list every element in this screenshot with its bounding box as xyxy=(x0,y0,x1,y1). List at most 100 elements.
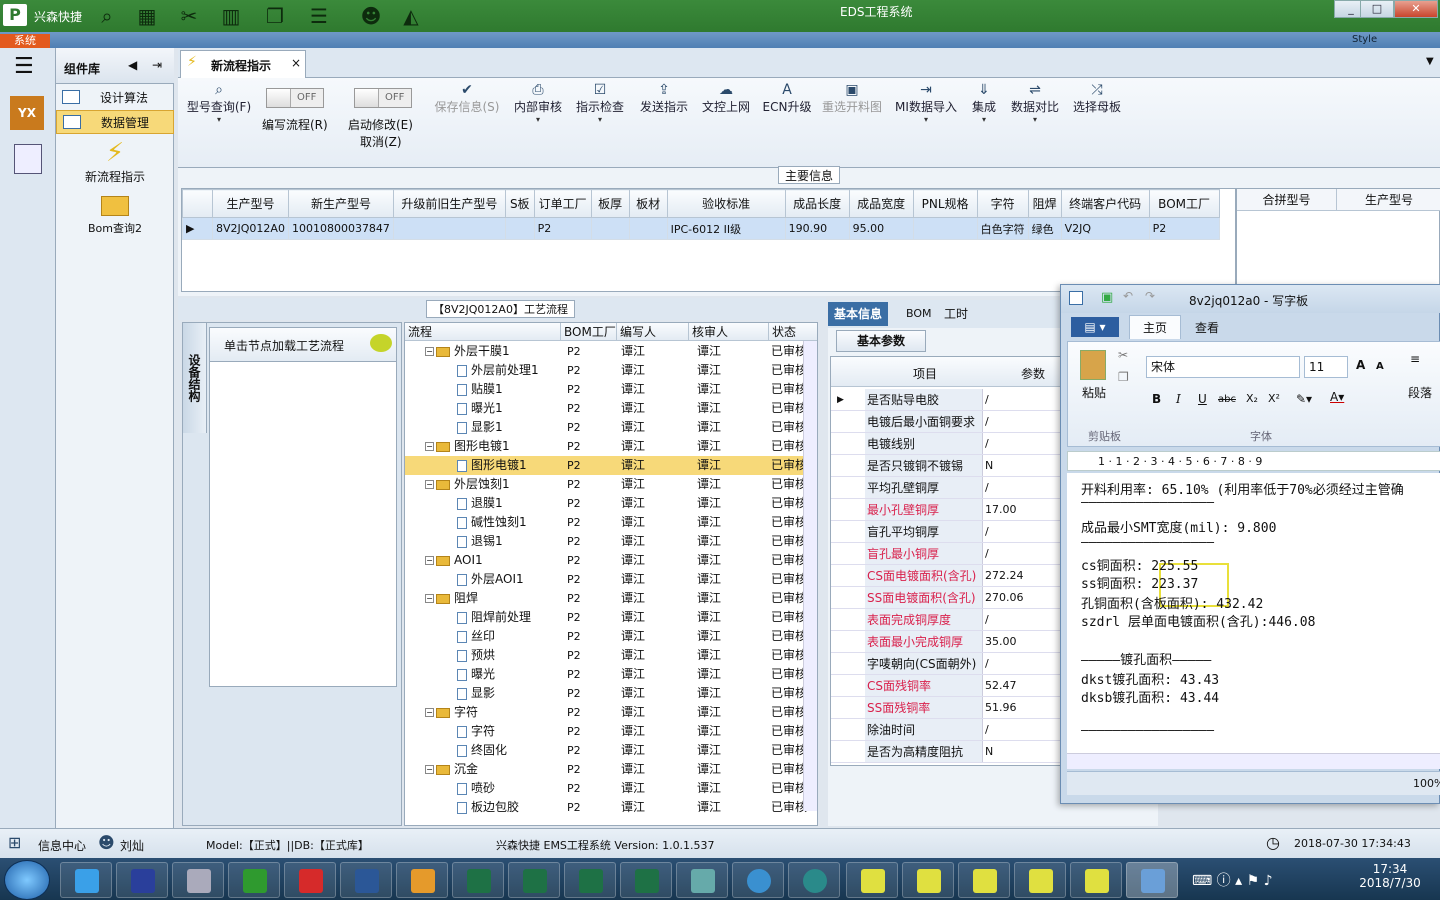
param-value[interactable]: / xyxy=(985,719,989,741)
style-menu[interactable]: Style xyxy=(1352,34,1377,45)
check-instruction-button[interactable]: ☑ 指示检查 ▾ xyxy=(574,82,626,124)
ecn-upgrade-button[interactable]: A ECN升级 xyxy=(762,82,812,115)
scissors-icon[interactable]: ✂ xyxy=(176,3,202,29)
tree-row[interactable]: 退膜1 P2 谭江 谭江 已审核 xyxy=(405,494,817,513)
file-menu-button[interactable]: ▤ ▾ xyxy=(1071,317,1119,337)
subscript-icon[interactable]: X₂ xyxy=(1246,392,1258,405)
flow-column-header[interactable]: 核审人 xyxy=(689,323,769,341)
undo-icon[interactable]: ↶ xyxy=(1123,289,1133,303)
tree-node[interactable]: 图形电镀1 xyxy=(457,456,527,475)
tree-node[interactable]: 曝光 xyxy=(457,665,495,684)
main-info-header[interactable]: 升级前旧生产型号 xyxy=(392,189,506,218)
integrate-button[interactable]: ⇓ 集成 ▾ xyxy=(968,82,1000,124)
tab-new-flow[interactable]: ⚡ 新流程指示 × xyxy=(180,50,306,78)
copy-icon[interactable]: ❐ xyxy=(1118,370,1129,384)
dropdown-arrow-icon[interactable]: ▼ xyxy=(1426,56,1434,67)
shrink-font-icon[interactable]: A xyxy=(1376,361,1384,372)
collapse-icon[interactable]: − xyxy=(425,556,434,565)
tree-row[interactable]: 板边包胶 P2 谭江 谭江 已审核 xyxy=(405,798,817,817)
main-info-cell[interactable]: 95.00 xyxy=(848,217,914,240)
excel-x-icon[interactable] xyxy=(1014,862,1066,898)
main-info-header[interactable]: 订单工厂 xyxy=(533,189,592,218)
yx-logo[interactable]: YX xyxy=(10,96,44,130)
tree-row[interactable]: − 外层干膜1 P2 谭江 谭江 已审核 xyxy=(405,342,817,361)
hamburger-icon[interactable]: ☰ xyxy=(14,54,34,79)
main-info-header[interactable]: 终端客户代码 xyxy=(1060,189,1150,218)
tab-bom[interactable]: BOM xyxy=(900,302,938,326)
list-icon[interactable]: ☰ xyxy=(306,3,332,29)
collapse-icon[interactable]: − xyxy=(425,480,434,489)
excel-icon[interactable] xyxy=(452,862,504,898)
tree-row[interactable]: 字符 P2 谭江 谭江 已审核 xyxy=(405,722,817,741)
scanner-icon[interactable] xyxy=(172,862,224,898)
tree-row[interactable]: 曝光 P2 谭江 谭江 已审核 xyxy=(405,665,817,684)
main-info-header[interactable]: 成品长度 xyxy=(784,189,850,218)
tree-node[interactable]: 退膜1 xyxy=(457,494,503,513)
paragraph-icon[interactable]: ≡ xyxy=(1410,352,1420,366)
tree-row[interactable]: − 外层蚀刻1 P2 谭江 谭江 已审核 xyxy=(405,475,817,494)
excel-x-icon[interactable] xyxy=(958,862,1010,898)
save-icon[interactable]: ▣ xyxy=(1101,290,1113,305)
highlight-icon[interactable]: ✎▾ xyxy=(1296,392,1312,406)
menu-design-algorithm[interactable]: 设计算法 xyxy=(56,86,174,110)
select-motherboard-button[interactable]: ⤮ 选择母板 xyxy=(1070,82,1124,115)
main-info-header[interactable]: 生产型号 xyxy=(212,189,289,218)
tree-node[interactable]: 阻焊前处理 xyxy=(457,608,531,627)
superscript-icon[interactable]: X² xyxy=(1268,392,1280,405)
search-icon[interactable]: ⌕ xyxy=(94,3,120,29)
tree-node[interactable]: − AOI1 xyxy=(425,551,483,570)
main-info-cell[interactable]: V2JQ xyxy=(1060,217,1150,240)
calculator-icon[interactable]: ▦ xyxy=(134,3,160,29)
param-value[interactable]: / xyxy=(985,609,989,631)
tree-node[interactable]: 板边包胶 xyxy=(457,798,519,817)
close-button[interactable]: ✕ xyxy=(1394,0,1438,18)
main-info-cell[interactable] xyxy=(504,217,535,240)
model-query-button[interactable]: ⌕ 型号查询(F) ▾ xyxy=(184,82,254,124)
horizontal-scrollbar[interactable] xyxy=(1067,753,1440,769)
tree-row[interactable]: − AOI1 P2 谭江 谭江 已审核 xyxy=(405,551,817,570)
start-button[interactable] xyxy=(4,860,50,900)
tab-worktime[interactable]: 工时 xyxy=(938,302,974,326)
tree-node[interactable]: − 外层蚀刻1 xyxy=(425,475,510,494)
tree-row[interactable]: 贴膜1 P2 谭江 谭江 已审核 xyxy=(405,380,817,399)
tree-node[interactable]: 曝光1 xyxy=(457,399,503,418)
photo-icon[interactable] xyxy=(676,862,728,898)
param-value[interactable]: 17.00 xyxy=(985,499,1017,521)
tree-node[interactable]: 外层AOI1 xyxy=(457,570,524,589)
main-info-cell[interactable]: IPC-6012 II级 xyxy=(666,217,786,240)
tree-row[interactable]: 曝光1 P2 谭江 谭江 已审核 xyxy=(405,399,817,418)
param-value[interactable]: / xyxy=(985,389,989,411)
tree-row[interactable]: 显影 P2 谭江 谭江 已审核 xyxy=(405,684,817,703)
main-info-header[interactable]: 板厚 xyxy=(590,189,630,218)
param-value[interactable]: 270.06 xyxy=(985,587,1024,609)
tree-node[interactable]: 字符 xyxy=(457,722,495,741)
messenger-icon[interactable] xyxy=(732,862,784,898)
excel-icon[interactable] xyxy=(620,862,672,898)
excel-icon[interactable] xyxy=(564,862,616,898)
collapse-icon[interactable]: − xyxy=(425,347,434,356)
strikethrough-icon[interactable]: abc xyxy=(1218,394,1236,405)
eds-app-icon[interactable] xyxy=(228,862,280,898)
paste-icon[interactable] xyxy=(1080,350,1106,380)
data-compare-button[interactable]: ⇌ 数据对比 ▾ xyxy=(1008,82,1062,124)
param-value[interactable]: N xyxy=(985,741,993,763)
collapse-icon[interactable]: − xyxy=(425,708,434,717)
excel-icon[interactable] xyxy=(508,862,560,898)
main-info-header[interactable]: PNL规格 xyxy=(912,189,978,218)
chart-icon[interactable]: ◭ xyxy=(398,3,424,29)
table-row[interactable]: ▶ 8V2JQ012A0 10010800037847 P2 IPC-6012 II级 1… xyxy=(182,217,1220,240)
bom-query-item[interactable]: Bom查询2 xyxy=(56,196,174,236)
param-value[interactable]: 35.00 xyxy=(985,631,1017,653)
param-value[interactable]: 51.96 xyxy=(985,697,1017,719)
tree-node[interactable]: 显影 xyxy=(457,684,495,703)
wordpad-task-icon[interactable] xyxy=(1126,862,1178,898)
tree-node[interactable]: 贴膜1 xyxy=(457,380,503,399)
tree-node[interactable]: 退锡1 xyxy=(457,532,503,551)
film-icon[interactable]: ▥ xyxy=(218,3,244,29)
grow-font-icon[interactable]: A xyxy=(1356,358,1365,372)
main-info-header[interactable]: 板材 xyxy=(628,189,668,218)
windows-icon[interactable]: ⊞ xyxy=(8,833,21,852)
floppy-icon[interactable] xyxy=(116,862,168,898)
flow-column-header[interactable]: 编写人 xyxy=(617,323,689,341)
tree-node[interactable]: − 阻焊 xyxy=(425,589,478,608)
